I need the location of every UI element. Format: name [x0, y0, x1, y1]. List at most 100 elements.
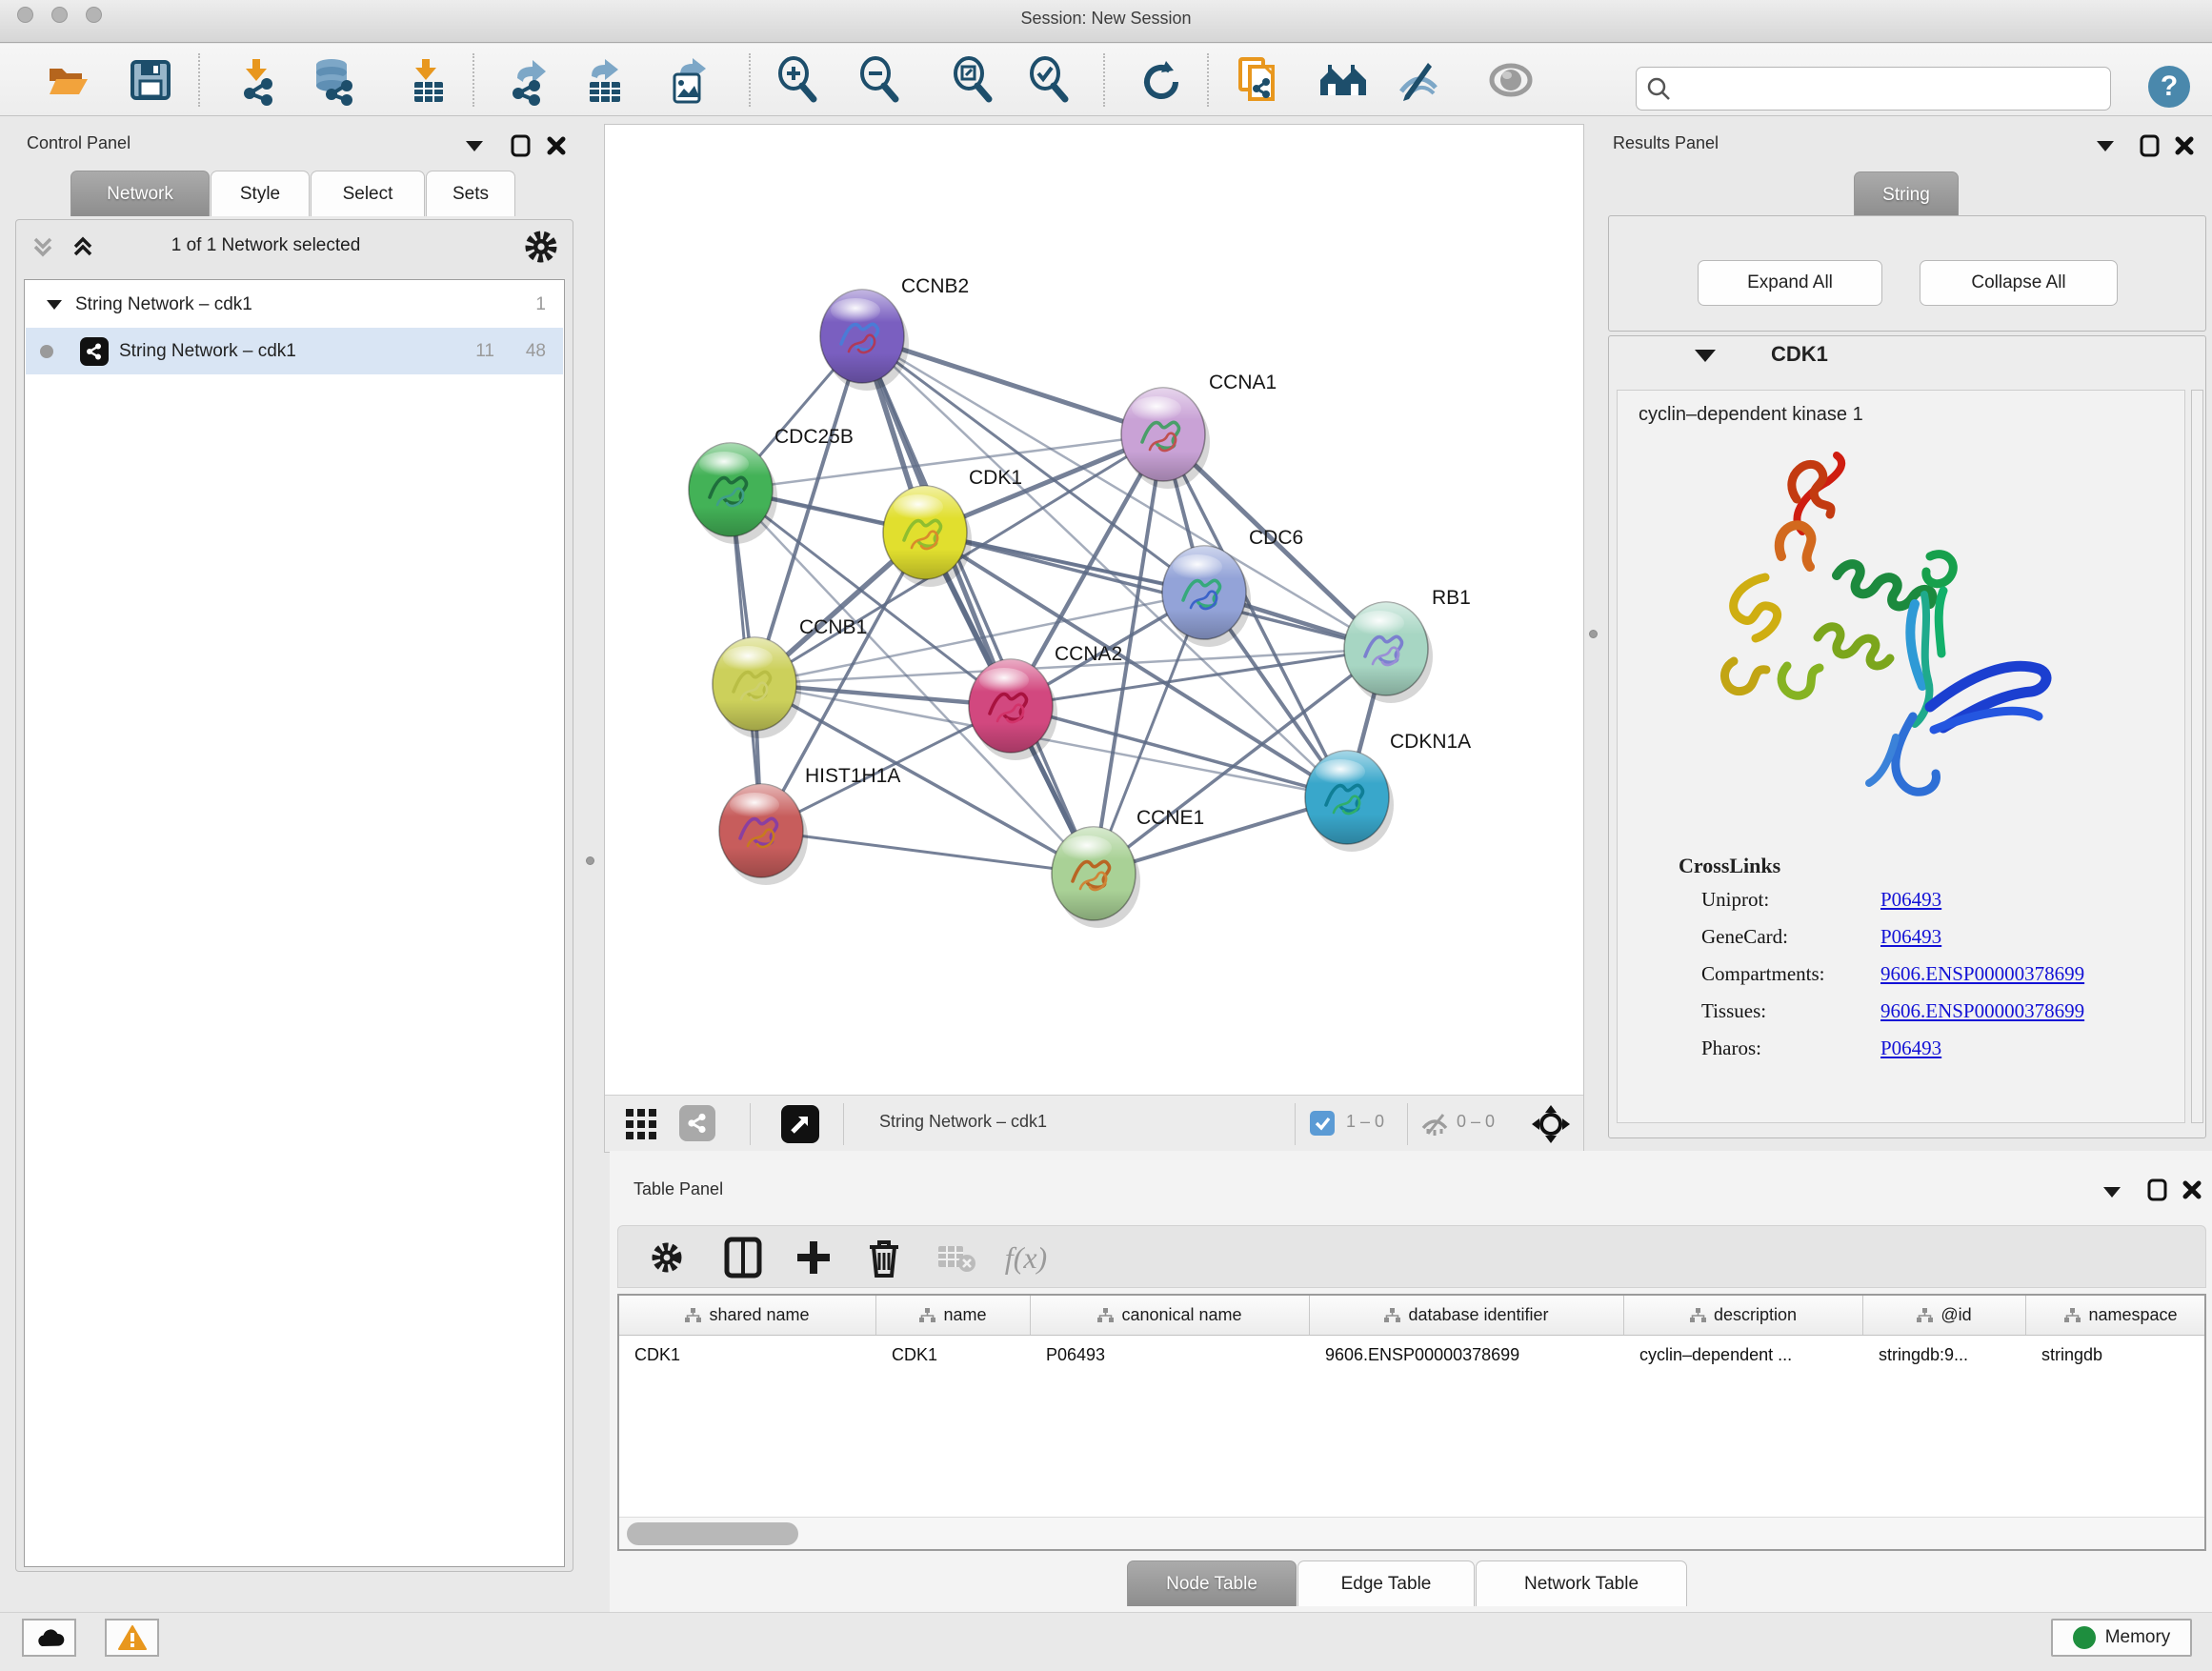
left-splitter-handle[interactable] — [586, 856, 594, 865]
import-network-file-icon[interactable] — [234, 57, 280, 103]
network-options-gear-icon[interactable] — [522, 228, 560, 271]
function-builder-icon[interactable]: f(x) — [1004, 1236, 1048, 1279]
tab-network[interactable]: Network — [70, 171, 210, 216]
column-header-name[interactable]: name — [876, 1296, 1031, 1335]
close-panel-icon[interactable] — [542, 131, 571, 160]
tab-node-table[interactable]: Node Table — [1127, 1560, 1297, 1606]
maximize-panel-icon[interactable] — [2143, 1176, 2172, 1204]
zoom-fit-icon[interactable] — [950, 57, 995, 103]
network-edge-CDK1-RB1[interactable] — [925, 533, 1386, 649]
help-button[interactable]: ? — [2148, 66, 2190, 108]
network-canvas[interactable]: CCNB2CCNA1CDC25BCDK1CDC6RB1CCNB1CCNA2CDK… — [605, 125, 1583, 1095]
tab-select[interactable]: Select — [311, 171, 425, 216]
network-collection-row[interactable]: String Network – cdk1 1 — [26, 281, 563, 328]
network-edge-CCNB2-CCNE1[interactable] — [862, 336, 1094, 874]
search-input[interactable] — [1671, 78, 2101, 99]
column-header-namespace[interactable]: namespace — [2026, 1296, 2206, 1335]
network-node-CCNA2[interactable] — [969, 659, 1057, 760]
table-cell[interactable]: CDK1 — [876, 1336, 1031, 1374]
crosslink-value-link[interactable]: P06493 — [1880, 888, 1941, 912]
float-panel-icon[interactable] — [2098, 1178, 2126, 1206]
show-all-icon[interactable] — [1488, 57, 1534, 103]
hide-selected-icon[interactable] — [1396, 57, 1441, 103]
float-panel-icon[interactable] — [460, 131, 489, 160]
network-node-RB1[interactable] — [1344, 602, 1433, 703]
show-columns-icon[interactable] — [721, 1236, 765, 1279]
crosslink-label: Uniprot: — [1701, 888, 1880, 912]
network-node-CDC25B[interactable] — [689, 443, 777, 544]
import-table-file-icon[interactable] — [405, 57, 451, 103]
export-network-icon[interactable] — [507, 57, 553, 103]
collection-expand-caret[interactable] — [47, 300, 62, 310]
column-header-database-identifier[interactable]: database identifier — [1310, 1296, 1624, 1335]
warnings-button[interactable] — [105, 1619, 159, 1657]
export-table-icon[interactable] — [582, 57, 628, 103]
network-node-CCNB2[interactable] — [820, 290, 909, 391]
tab-style[interactable]: Style — [211, 171, 310, 216]
crosslink-value-link[interactable]: 9606.ENSP00000378699 — [1880, 962, 2084, 986]
selected-items-checkbox-icon[interactable] — [1310, 1111, 1335, 1136]
open-file-icon[interactable] — [45, 57, 90, 103]
scrollbar-thumb[interactable] — [627, 1522, 798, 1545]
column-header-label: @id — [1941, 1305, 1971, 1325]
crosslink-value-link[interactable]: P06493 — [1880, 925, 1941, 949]
maximize-panel-icon[interactable] — [2136, 131, 2164, 160]
save-session-icon[interactable] — [128, 57, 173, 103]
cloud-services-button[interactable] — [22, 1619, 76, 1657]
export-image-icon[interactable] — [667, 57, 713, 103]
table-cell[interactable]: cyclin–dependent ... — [1624, 1336, 1863, 1374]
delete-column-icon[interactable] — [862, 1236, 906, 1279]
network-node-HIST1H1A[interactable] — [719, 784, 808, 885]
zoom-in-icon[interactable] — [774, 57, 820, 103]
table-cell[interactable]: CDK1 — [619, 1336, 876, 1374]
copy-style-icon[interactable] — [1237, 57, 1282, 103]
column-header--id[interactable]: @id — [1863, 1296, 2026, 1335]
close-panel-icon[interactable] — [2178, 1176, 2206, 1204]
search-icon — [1646, 76, 1671, 101]
apply-layout-refresh-icon[interactable] — [1136, 57, 1181, 103]
delete-table-icon[interactable] — [935, 1236, 978, 1279]
table-cell[interactable]: stringdb:9... — [1863, 1336, 2026, 1374]
collapse-all-button[interactable]: Collapse All — [1920, 260, 2118, 306]
memory-button[interactable]: Memory — [2051, 1619, 2192, 1657]
crosslink-value-link[interactable]: 9606.ENSP00000378699 — [1880, 999, 2084, 1023]
expand-all-button[interactable]: Expand All — [1698, 260, 1882, 306]
zoom-out-icon[interactable] — [856, 57, 902, 103]
string-network-badge-icon[interactable] — [679, 1105, 715, 1141]
table-horizontal-scrollbar[interactable] — [619, 1517, 2204, 1549]
tab-sets[interactable]: Sets — [426, 171, 515, 216]
create-column-icon[interactable] — [792, 1236, 835, 1279]
import-network-database-icon[interactable] — [312, 57, 358, 103]
network-row-selected[interactable]: String Network – cdk1 11 48 — [26, 328, 563, 374]
pan-crosshair-icon[interactable] — [1531, 1104, 1571, 1149]
tab-edge-table[interactable]: Edge Table — [1297, 1560, 1475, 1606]
birds-eye-view-icon[interactable] — [624, 1107, 658, 1146]
tab-network-table[interactable]: Network Table — [1476, 1560, 1687, 1606]
network-node-CDK1[interactable] — [883, 486, 972, 587]
table-cell[interactable]: stringdb — [2026, 1336, 2206, 1374]
maximize-panel-icon[interactable] — [507, 131, 535, 160]
column-header-canonical-name[interactable]: canonical name — [1031, 1296, 1310, 1335]
node-label-CDKN1A: CDKN1A — [1390, 731, 1471, 753]
node-label-CCNA1: CCNA1 — [1209, 372, 1277, 393]
column-header-description[interactable]: description — [1624, 1296, 1863, 1335]
network-edge-HIST1H1A-CCNE1[interactable] — [761, 831, 1094, 874]
column-type-icon — [1690, 1308, 1706, 1323]
table-cell[interactable]: 9606.ENSP00000378699 — [1310, 1336, 1624, 1374]
first-neighbors-icon[interactable] — [1320, 57, 1366, 103]
network-node-CCNA1[interactable] — [1121, 388, 1210, 489]
zoom-selected-icon[interactable] — [1026, 57, 1072, 103]
entry-collapse-caret[interactable] — [1695, 350, 1716, 362]
float-panel-icon[interactable] — [2091, 131, 2120, 160]
network-node-CDKN1A[interactable] — [1305, 751, 1394, 852]
column-header-shared-name[interactable]: shared name — [619, 1296, 876, 1335]
close-panel-icon[interactable] — [2170, 131, 2199, 160]
network-node-CCNE1[interactable] — [1052, 827, 1140, 928]
crosslink-value-link[interactable]: P06493 — [1880, 1037, 1941, 1060]
open-in-browser-icon[interactable] — [781, 1105, 819, 1143]
right-splitter-handle[interactable] — [1589, 630, 1598, 638]
tab-string-results[interactable]: String — [1854, 171, 1959, 217]
results-scrollbar[interactable] — [2191, 390, 2203, 1123]
table-cell[interactable]: P06493 — [1031, 1336, 1310, 1374]
table-options-gear-icon[interactable] — [645, 1236, 689, 1279]
